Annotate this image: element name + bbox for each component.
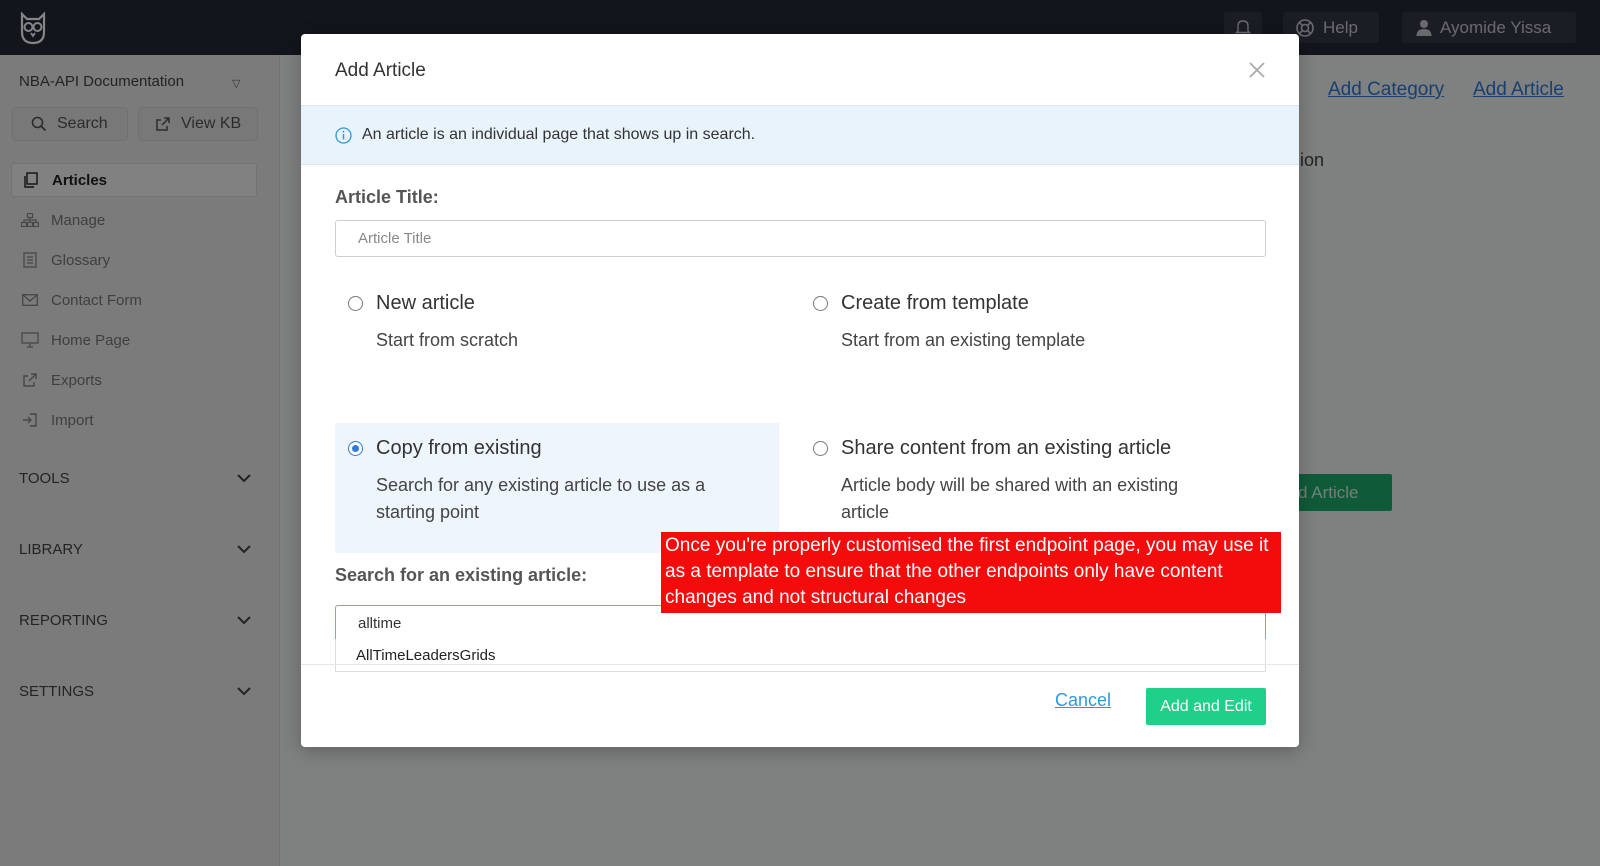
info-banner: An article is an individual page that sh… [301,105,1299,165]
modal-title: Add Article [335,60,426,81]
add-article-modal: Add Article An article is an individual … [301,34,1299,747]
copy-existing-radio[interactable] [348,441,363,456]
article-title-input[interactable] [335,220,1266,257]
option-description: Start from scratch [376,330,519,350]
share-content-radio[interactable] [813,441,828,456]
info-text: An article is an individual page that sh… [362,126,756,143]
template-radio[interactable] [813,296,828,311]
option-description: Search for any existing article to use a… [376,475,706,522]
close-icon[interactable] [1247,60,1267,80]
info-icon [335,126,352,144]
option-description: Article body will be shared with an exis… [841,475,1179,522]
new-article-radio[interactable] [348,296,363,311]
modal-footer-divider [301,664,1299,665]
option-title: Copy from existing [376,437,542,459]
article-title-label: Article Title: [335,187,439,207]
option-create-from-template[interactable]: Create from template Start from an exist… [800,290,1244,400]
search-existing-label: Search for an existing article: [335,565,588,585]
add-and-edit-button[interactable]: Add and Edit [1146,688,1266,725]
cancel-button[interactable]: Cancel [1055,690,1111,711]
option-title: Share content from an existing article [841,437,1172,459]
option-title: Create from template [841,292,1029,314]
suggestion-item[interactable]: AllTimeLeadersGrids [335,639,1266,672]
option-share-content[interactable]: Share content from an existing article A… [800,435,1244,545]
annotation-callout: Once you're properly customised the firs… [661,532,1281,613]
option-title: New article [376,292,475,314]
option-description: Start from an existing template [841,330,1086,350]
option-new-article[interactable]: New article Start from scratch [335,290,779,400]
